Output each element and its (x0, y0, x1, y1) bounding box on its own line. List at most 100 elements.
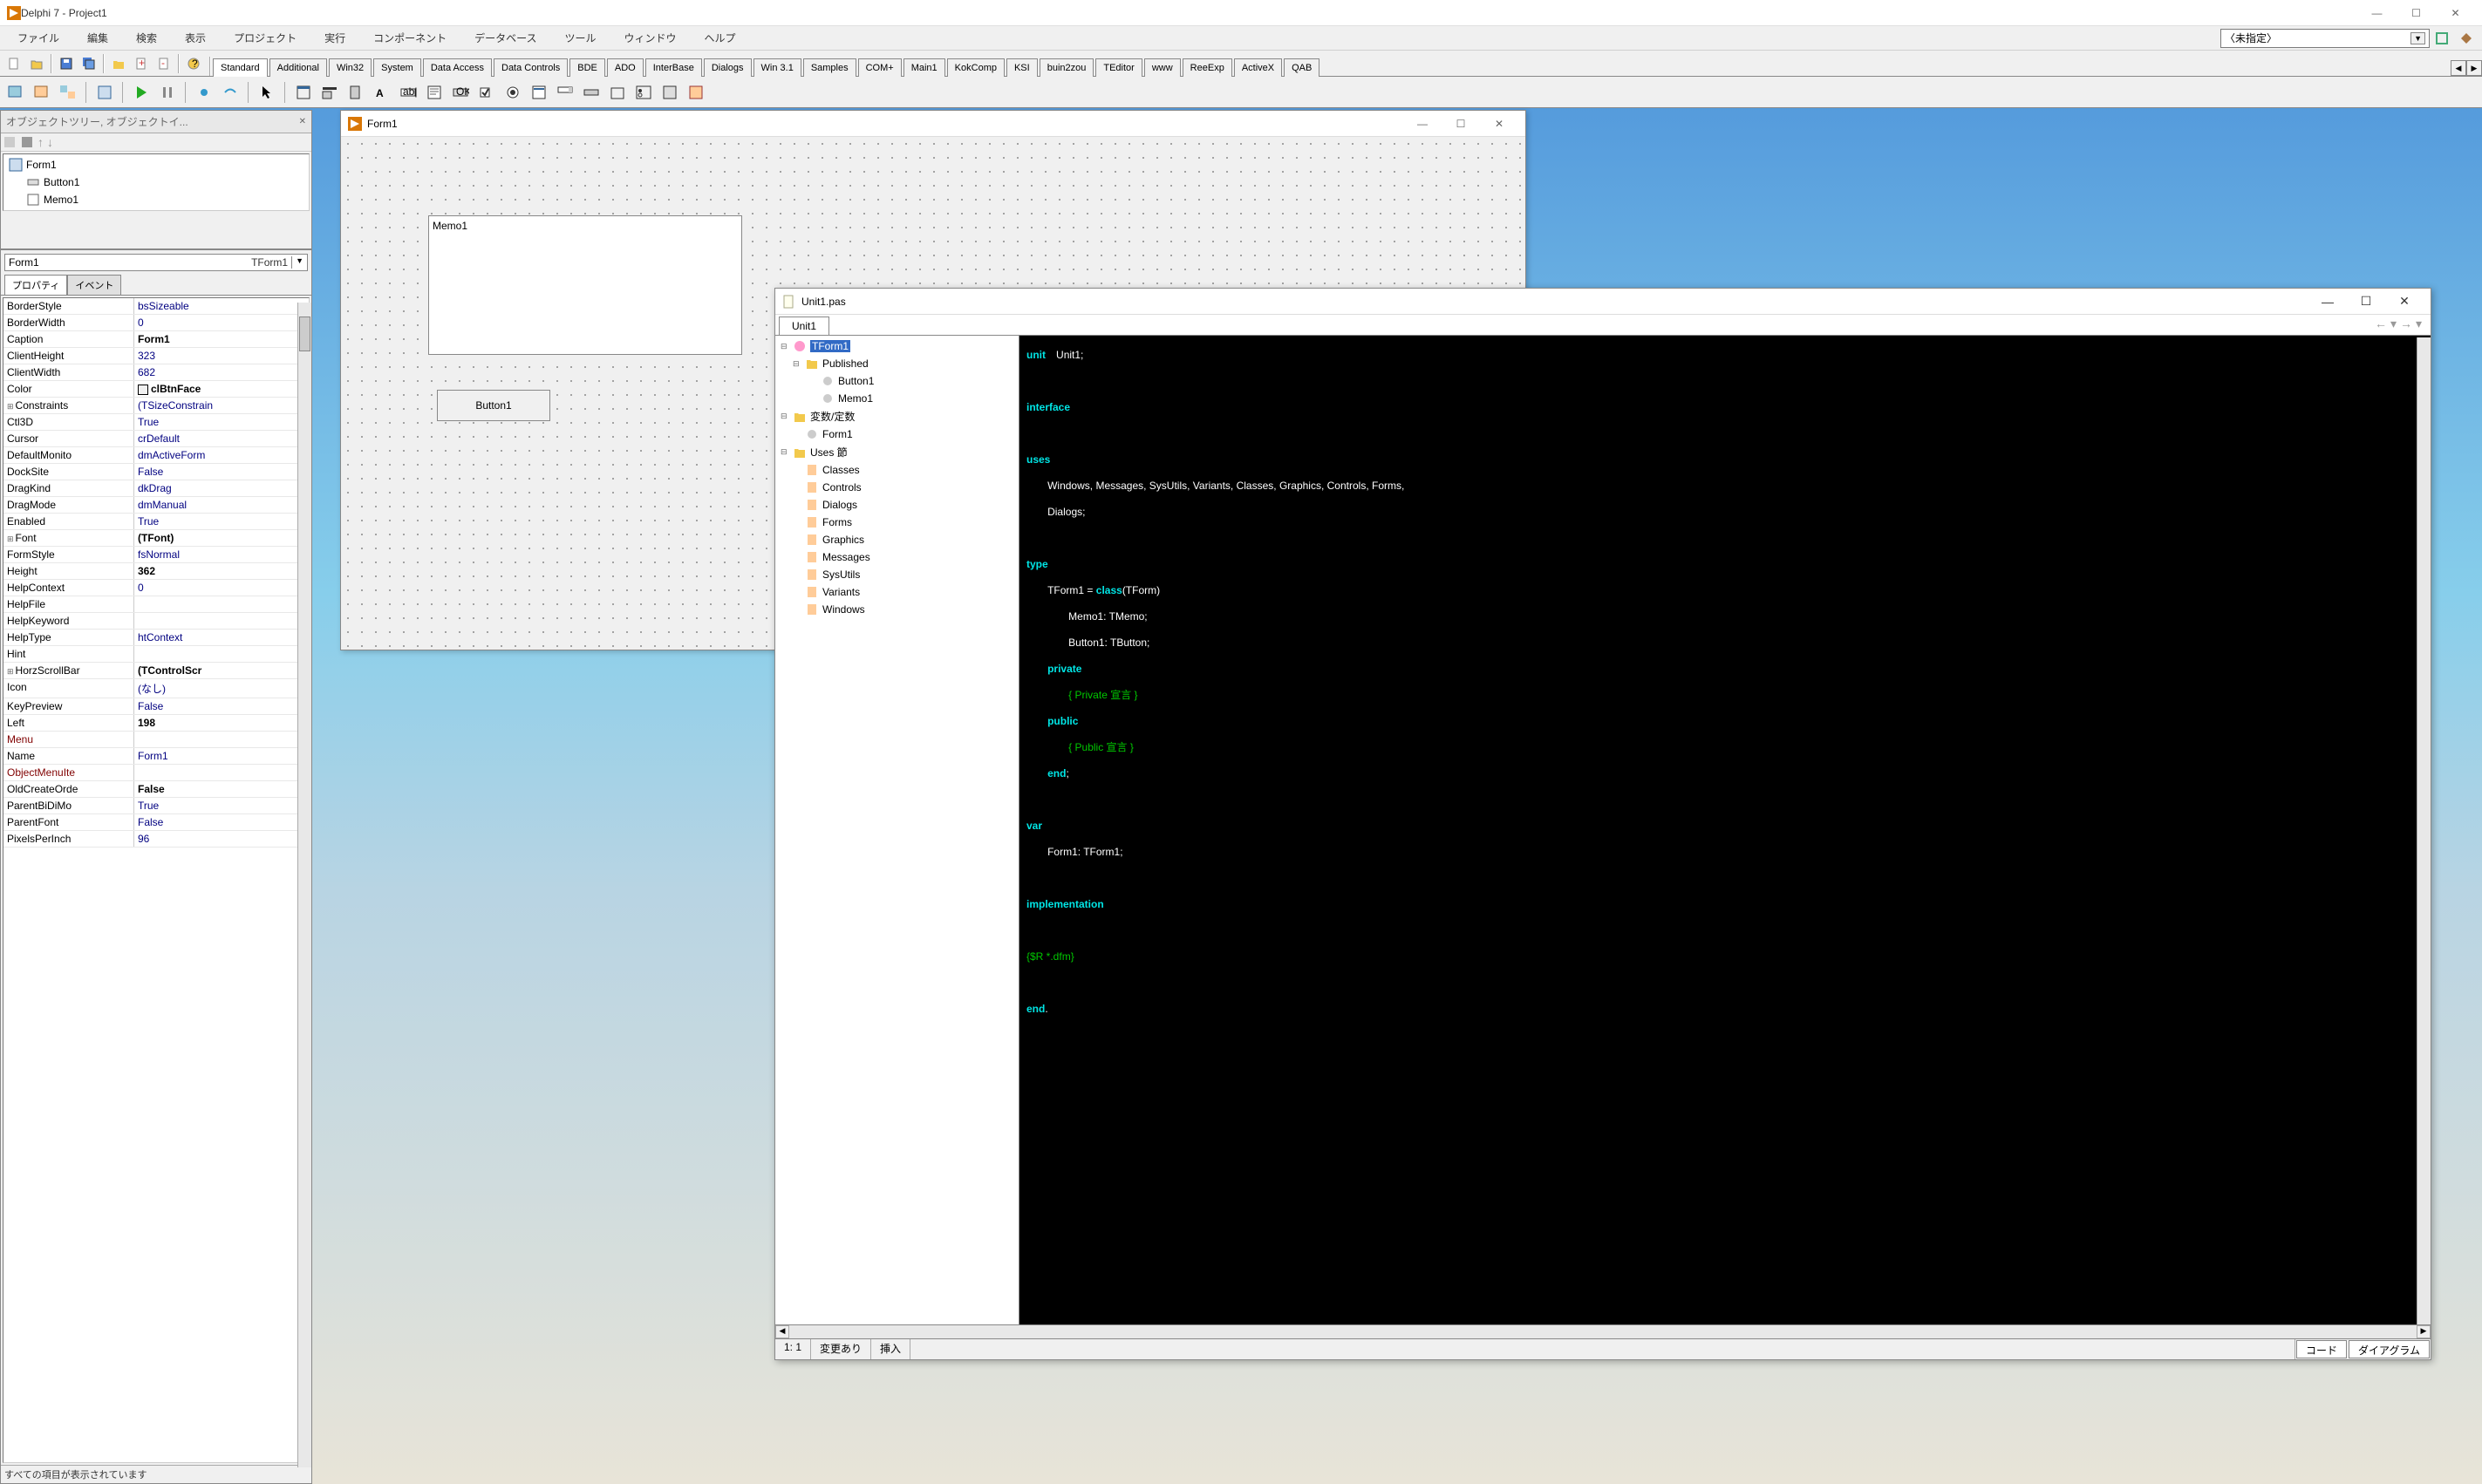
frames-icon[interactable] (291, 80, 316, 105)
tree-uses-item[interactable]: Windows (777, 601, 1017, 618)
pause-icon[interactable] (155, 80, 180, 105)
code-minimize[interactable]: — (2308, 295, 2347, 309)
property-row[interactable]: CaptionForm1 (3, 331, 309, 348)
tree-uses-item[interactable]: SysUtils (777, 566, 1017, 583)
close-icon[interactable]: ✕ (299, 117, 306, 126)
code-hscrollbar[interactable]: ◀ ▶ (775, 1324, 2431, 1338)
save-icon[interactable] (56, 53, 77, 74)
property-grid[interactable]: BorderStylebsSizeableBorderWidth0Caption… (3, 297, 310, 1463)
property-value[interactable]: (なし) (134, 679, 309, 698)
property-value[interactable]: True (134, 514, 309, 529)
code-tab-unit1[interactable]: Unit1 (779, 317, 829, 335)
property-row[interactable]: FormStylefsNormal (3, 547, 309, 563)
tree-tool2-icon[interactable] (20, 135, 34, 149)
actionlist-icon[interactable] (684, 80, 708, 105)
property-row[interactable]: DragKinddkDrag (3, 480, 309, 497)
property-value[interactable]: (TFont) (134, 530, 309, 546)
property-value[interactable] (134, 646, 309, 662)
trace-into-icon[interactable] (192, 80, 216, 105)
property-row[interactable]: DragModedmManual (3, 497, 309, 514)
property-value[interactable] (134, 732, 309, 747)
property-row[interactable]: HorzScrollBar(TControlScr (3, 663, 309, 679)
menu-file[interactable]: ファイル (3, 27, 73, 49)
tree-uses-item[interactable]: Messages (777, 548, 1017, 566)
tab-ksi[interactable]: KSI (1006, 58, 1038, 77)
label-icon[interactable]: A (370, 80, 394, 105)
property-row[interactable]: ClientWidth682 (3, 364, 309, 381)
tree-uses-item[interactable]: Graphics (777, 531, 1017, 548)
property-value[interactable]: htContext (134, 630, 309, 645)
tree-vars[interactable]: ⊟変数/定数 (777, 407, 1017, 425)
tree-uses-item[interactable]: Forms (777, 514, 1017, 531)
property-row[interactable]: ColorclBtnFace (3, 381, 309, 398)
tab-data-controls[interactable]: Data Controls (494, 58, 568, 77)
code-close[interactable]: ✕ (2385, 294, 2424, 309)
tab-reeexp[interactable]: ReeExp (1183, 58, 1232, 77)
memo-component[interactable]: Memo1 (428, 215, 742, 355)
open-icon[interactable] (26, 53, 47, 74)
property-value[interactable]: False (134, 814, 309, 830)
tab-events[interactable]: イベント (67, 275, 121, 295)
property-value[interactable]: 0 (134, 315, 309, 330)
form-minimize[interactable]: — (1403, 118, 1442, 130)
property-row[interactable]: EnabledTrue (3, 514, 309, 530)
tool-icon-1[interactable] (2431, 28, 2452, 49)
property-value[interactable]: (TControlScr (134, 663, 309, 678)
mainmenu-icon[interactable] (317, 80, 342, 105)
tab-standard[interactable]: Standard (213, 58, 268, 77)
property-row[interactable]: HelpTypehtContext (3, 630, 309, 646)
combobox-icon[interactable] (553, 80, 577, 105)
property-value[interactable]: False (134, 698, 309, 714)
nav-fwd-dd-icon[interactable]: ▾ (2416, 317, 2422, 335)
nav-fwd-icon[interactable]: → (2400, 317, 2412, 335)
down-arrow-icon[interactable]: ↓ (47, 135, 53, 149)
property-row[interactable]: DefaultMonitodmActiveForm (3, 447, 309, 464)
tree-form1-var[interactable]: Form1 (777, 425, 1017, 443)
property-row[interactable]: HelpContext0 (3, 580, 309, 596)
property-value[interactable]: bsSizeable (134, 298, 309, 314)
property-row[interactable]: ParentFontFalse (3, 814, 309, 831)
panel-icon[interactable] (658, 80, 682, 105)
property-value[interactable]: True (134, 798, 309, 813)
pointer-icon[interactable] (255, 80, 279, 105)
property-row[interactable]: OldCreateOrdeFalse (3, 781, 309, 798)
tab-data-access[interactable]: Data Access (423, 58, 492, 77)
property-value[interactable]: (TSizeConstrain (134, 398, 309, 413)
edit-icon[interactable]: ab| (396, 80, 420, 105)
property-row[interactable]: Hint (3, 646, 309, 663)
property-value[interactable]: fsNormal (134, 547, 309, 562)
tree-tool-icon[interactable] (3, 135, 17, 149)
property-value[interactable]: dmActiveForm (134, 447, 309, 463)
tab-win31[interactable]: Win 3.1 (753, 58, 801, 77)
property-row[interactable]: PixelsPerInch96 (3, 831, 309, 848)
menu-component[interactable]: コンポーネント (359, 27, 460, 49)
maximize-button[interactable]: ☐ (2397, 1, 2436, 25)
form-close[interactable]: ✕ (1480, 118, 1518, 130)
tab-buin2zou[interactable]: buin2zou (1040, 58, 1094, 77)
status-tab-diagram[interactable]: ダイアグラム (2349, 1340, 2430, 1358)
code-titlebar[interactable]: Unit1.pas — ☐ ✕ (775, 289, 2431, 315)
code-editor[interactable]: unit Unit1; interface uses Windows, Mess… (1019, 336, 2431, 1324)
property-value[interactable]: False (134, 464, 309, 480)
inspector-object-combo[interactable]: Form1 TForm1 ▼ (4, 254, 308, 271)
property-value[interactable]: dkDrag (134, 480, 309, 496)
scroll-right-icon[interactable]: ▶ (2417, 1325, 2431, 1338)
tree-uses-item[interactable]: Classes (777, 461, 1017, 479)
memo-icon[interactable] (422, 80, 447, 105)
minimize-button[interactable]: — (2357, 1, 2397, 25)
property-value[interactable]: 96 (134, 831, 309, 847)
tree-node-form1[interactable]: Form1 (5, 156, 307, 174)
property-value[interactable] (134, 613, 309, 629)
add-file-icon[interactable]: + (131, 53, 152, 74)
tab-properties[interactable]: プロパティ (4, 275, 67, 295)
property-value[interactable]: 0 (134, 580, 309, 596)
tab-interbase[interactable]: InterBase (645, 58, 702, 77)
open-project-icon[interactable] (108, 53, 129, 74)
tab-scroll-right[interactable]: ▶ (2466, 60, 2482, 76)
tree-uses-item[interactable]: Variants (777, 583, 1017, 601)
radiogroup-icon[interactable] (631, 80, 656, 105)
property-row[interactable]: HelpKeyword (3, 613, 309, 630)
tree-node-button1[interactable]: Button1 (5, 174, 307, 191)
menu-project[interactable]: プロジェクト (220, 27, 310, 49)
property-row[interactable]: Constraints(TSizeConstrain (3, 398, 309, 414)
